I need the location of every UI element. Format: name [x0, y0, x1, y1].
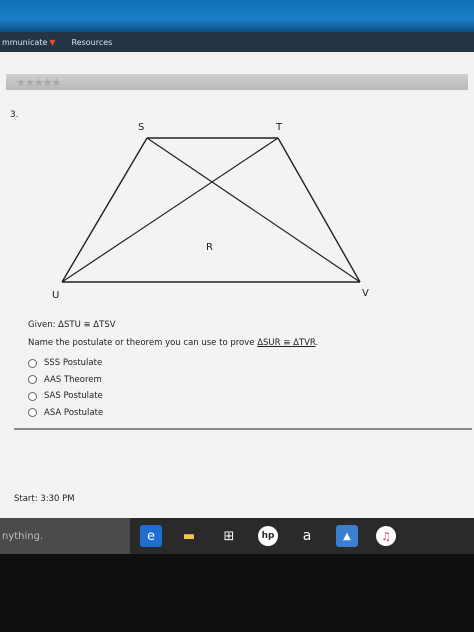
- question-prompt: Name the postulate or theorem you can us…: [28, 338, 319, 348]
- nav-communicate[interactable]: mmunicate ▼: [2, 38, 55, 47]
- option-sss-postulate[interactable]: SSS Postulate: [28, 355, 103, 372]
- option-sas-postulate[interactable]: SAS Postulate: [28, 388, 103, 405]
- vertex-label-s: S: [138, 122, 145, 133]
- app-nav-bar: mmunicate ▼ Resources: [0, 32, 474, 52]
- radio-button[interactable]: [28, 375, 37, 385]
- segment-tv: [277, 137, 361, 283]
- radio-button[interactable]: [28, 391, 37, 401]
- radio-button[interactable]: [28, 358, 37, 368]
- chevron-down-icon: ▼: [49, 37, 56, 47]
- taskbar-search-box[interactable]: nything.: [0, 518, 130, 554]
- taskbar: nything. e ▬ ⊞ hp a ▲ ♫: [0, 518, 474, 554]
- itunes-icon[interactable]: ♫: [376, 526, 396, 546]
- file-explorer-icon[interactable]: ▬: [178, 525, 200, 547]
- edge-icon[interactable]: e: [140, 525, 162, 547]
- radio-button[interactable]: [28, 408, 37, 418]
- divider: [14, 428, 472, 430]
- vertex-label-t: T: [276, 122, 283, 133]
- segment-sv: [146, 137, 361, 283]
- option-aas-theorem[interactable]: AAS Theorem: [28, 372, 103, 389]
- question-number: 3.: [10, 110, 19, 120]
- vertex-label-u: U: [52, 290, 60, 301]
- vertex-label-v: V: [362, 288, 369, 299]
- trapezoid-diagram: S T R U V: [50, 122, 380, 308]
- segment-su: [61, 137, 148, 283]
- hp-icon[interactable]: hp: [258, 526, 278, 546]
- desktop-wallpaper: [0, 0, 474, 32]
- amazon-icon[interactable]: a: [296, 525, 318, 547]
- nav-resources[interactable]: Resources: [71, 38, 112, 47]
- answer-options: SSS Postulate AAS Theorem SAS Postulate …: [28, 355, 103, 421]
- vertex-label-r: R: [206, 242, 213, 253]
- content-area: ★★★★★ 3. S T R U V Given: ΔSTU ≅ ΔTSV Na…: [0, 52, 474, 518]
- given-statement: Given: ΔSTU ≅ ΔTSV: [28, 320, 116, 330]
- photos-icon[interactable]: ▲: [336, 525, 358, 547]
- diagram-svg: [61, 137, 361, 283]
- segment-tu: [61, 137, 279, 283]
- monitor-bezel: [0, 554, 474, 632]
- star-rating-icon[interactable]: ★★★★★: [16, 76, 61, 89]
- start-time: Start: 3:30 PM: [14, 494, 75, 504]
- store-icon[interactable]: ⊞: [218, 525, 240, 547]
- option-asa-postulate[interactable]: ASA Postulate: [28, 405, 103, 422]
- rating-strip: ★★★★★: [6, 74, 468, 90]
